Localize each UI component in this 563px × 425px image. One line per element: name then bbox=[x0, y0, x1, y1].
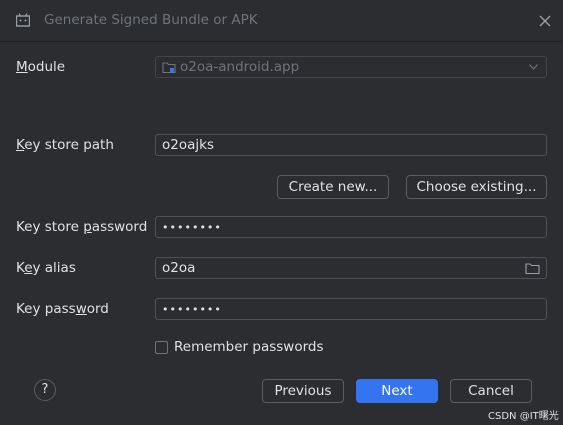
keystore-password-label: Key store password bbox=[16, 219, 148, 235]
cancel-button[interactable]: Cancel bbox=[450, 379, 532, 403]
create-new-button[interactable]: Create new... bbox=[277, 175, 389, 199]
keystore-path-input[interactable]: o2oajks bbox=[155, 134, 547, 156]
title-bar: Generate Signed Bundle or APK bbox=[0, 0, 563, 42]
folder-icon[interactable] bbox=[525, 262, 540, 275]
close-icon[interactable] bbox=[538, 14, 552, 28]
help-button[interactable]: ? bbox=[34, 379, 56, 401]
module-select[interactable]: o2oa-android.app bbox=[155, 56, 547, 78]
next-button[interactable]: Next bbox=[356, 379, 438, 403]
key-password-value: •••••••• bbox=[162, 303, 222, 316]
android-studio-icon bbox=[16, 13, 30, 27]
watermark-text: CSDN @IT曙光 bbox=[488, 411, 559, 422]
keystore-path-value: o2oajks bbox=[162, 137, 214, 153]
key-password-label: Key password bbox=[16, 301, 109, 317]
remember-passwords-label[interactable]: Remember passwords bbox=[174, 339, 324, 355]
key-alias-input[interactable]: o2oa bbox=[155, 257, 547, 279]
choose-existing-button[interactable]: Choose existing... bbox=[406, 175, 547, 199]
module-value: o2oa-android.app bbox=[180, 59, 300, 75]
keystore-password-input[interactable]: •••••••• bbox=[155, 216, 547, 238]
key-password-input[interactable]: •••••••• bbox=[155, 298, 547, 320]
window-title: Generate Signed Bundle or APK bbox=[44, 12, 258, 28]
remember-passwords-checkbox[interactable] bbox=[155, 341, 168, 354]
module-label: Module bbox=[16, 59, 66, 75]
key-alias-value: o2oa bbox=[162, 260, 196, 276]
key-alias-label: Key alias bbox=[16, 260, 76, 276]
folder-module-icon bbox=[162, 62, 176, 74]
previous-button[interactable]: Previous bbox=[262, 379, 344, 403]
keystore-password-value: •••••••• bbox=[162, 221, 222, 234]
chevron-down-icon bbox=[529, 64, 538, 70]
keystore-path-label: Key store path bbox=[16, 137, 114, 153]
